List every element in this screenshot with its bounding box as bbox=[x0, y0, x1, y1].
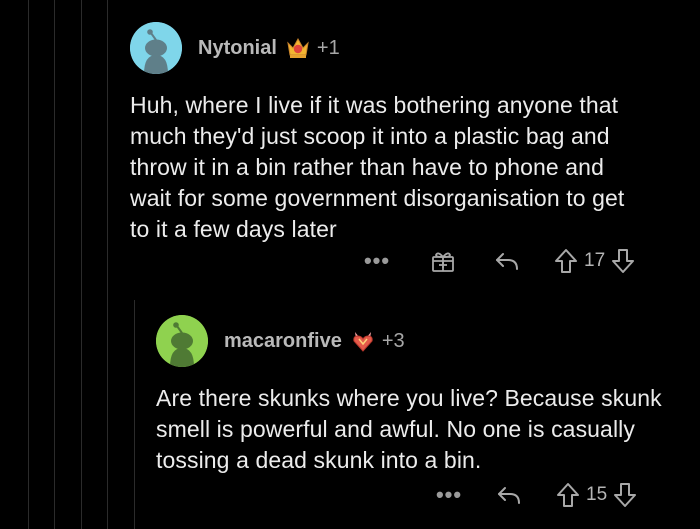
comment-body: Are there skunks where you live? Because… bbox=[156, 385, 662, 473]
downvote-arrow-icon[interactable] bbox=[611, 248, 635, 274]
snoo-avatar-icon bbox=[156, 315, 208, 367]
award-count: +1 bbox=[316, 36, 340, 59]
comment-body: Huh, where I live if it was bothering an… bbox=[130, 92, 625, 242]
avatar[interactable] bbox=[130, 22, 182, 74]
vote-count: 17 bbox=[584, 250, 606, 271]
thread-line-2 bbox=[54, 0, 55, 529]
upvote-arrow-icon[interactable] bbox=[554, 248, 578, 274]
comment-macaronfive: macaronfive +3 Are there skunks where yo… bbox=[156, 315, 686, 476]
comment-actions: ••• 15 bbox=[434, 482, 637, 508]
comment-nytonial: Nytonial +1 Huh, where I live if it was … bbox=[130, 22, 690, 245]
comment-header: macaronfive +3 bbox=[156, 315, 686, 367]
crystal-heart-award-icon[interactable] bbox=[350, 328, 376, 354]
thread-line-reply bbox=[134, 300, 135, 529]
reply-icon[interactable] bbox=[496, 483, 522, 507]
downvote-arrow-icon[interactable] bbox=[613, 482, 637, 508]
username[interactable]: macaronfive bbox=[224, 330, 342, 353]
thread-line-1 bbox=[28, 0, 29, 529]
gift-icon[interactable] bbox=[430, 248, 456, 274]
more-options-button[interactable]: ••• bbox=[362, 248, 392, 274]
snoo-avatar-icon bbox=[130, 22, 182, 74]
comment-actions: ••• 17 bbox=[362, 248, 635, 274]
vote-count: 15 bbox=[586, 484, 608, 505]
thread-line-3 bbox=[81, 0, 82, 529]
reply-icon[interactable] bbox=[494, 249, 520, 273]
username[interactable]: Nytonial bbox=[198, 37, 277, 60]
crown-award-icon[interactable] bbox=[285, 35, 311, 61]
upvote-arrow-icon[interactable] bbox=[556, 482, 580, 508]
more-options-button[interactable]: ••• bbox=[434, 482, 464, 508]
avatar[interactable] bbox=[156, 315, 208, 367]
award-count: +3 bbox=[381, 329, 405, 352]
comment-header: Nytonial +1 bbox=[130, 22, 690, 74]
thread-line-4 bbox=[107, 0, 108, 529]
